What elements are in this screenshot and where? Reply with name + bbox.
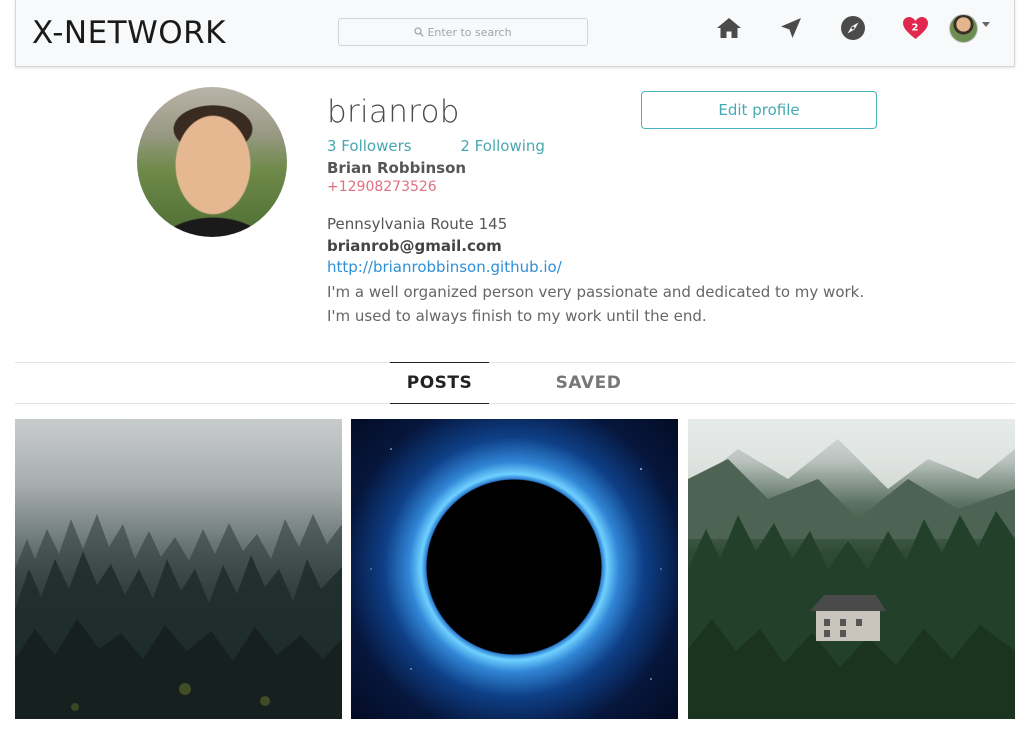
edit-profile-button[interactable]: Edit profile (641, 91, 877, 129)
profile-address: Pennsylvania Route 145 (327, 215, 508, 233)
profile-bio: I'm a well organized person very passion… (327, 283, 865, 325)
navbar: X-NETWORK Enter to search 2 (15, 0, 1015, 67)
search-placeholder: Enter to search (427, 25, 512, 39)
forest-image (15, 514, 342, 719)
profile-tabs: POSTS SAVED (15, 362, 1015, 404)
search-icon (414, 27, 425, 37)
profile-full-name: Brian Robbinson (327, 159, 467, 177)
avatar[interactable] (949, 13, 978, 43)
post-misty-forest[interactable] (15, 419, 342, 719)
house-forest-image (688, 419, 1015, 719)
user-menu[interactable] (949, 13, 990, 43)
send-icon[interactable] (771, 13, 811, 43)
post-house-in-forest[interactable] (688, 419, 1015, 719)
profile-phone: +12908273526 (327, 179, 437, 195)
notification-count: 2 (911, 22, 919, 34)
tab-posts[interactable]: POSTS (390, 362, 489, 404)
brand-logo[interactable]: X-NETWORK (32, 14, 226, 52)
chevron-down-icon[interactable] (982, 21, 990, 27)
profile-username: brianrob (327, 94, 460, 130)
home-icon[interactable] (709, 13, 749, 43)
profile-email: brianrob@gmail.com (327, 237, 502, 255)
profile-website-link[interactable]: http://brianrobbinson.github.io/ (327, 257, 562, 277)
post-black-hole[interactable] (351, 419, 678, 719)
notifications-heart-icon[interactable]: 2 (895, 13, 935, 43)
following-link[interactable]: 2 Following (460, 137, 545, 155)
search-input[interactable]: Enter to search (338, 18, 588, 46)
profile-avatar (137, 87, 287, 237)
tab-saved[interactable]: SAVED (539, 363, 638, 403)
nav-icons: 2 (687, 13, 990, 43)
black-hole-image (370, 448, 662, 680)
profile-stats: 3 Followers 2 Following (327, 136, 545, 156)
followers-link[interactable]: 3 Followers (327, 137, 412, 155)
compass-icon[interactable] (833, 13, 873, 43)
